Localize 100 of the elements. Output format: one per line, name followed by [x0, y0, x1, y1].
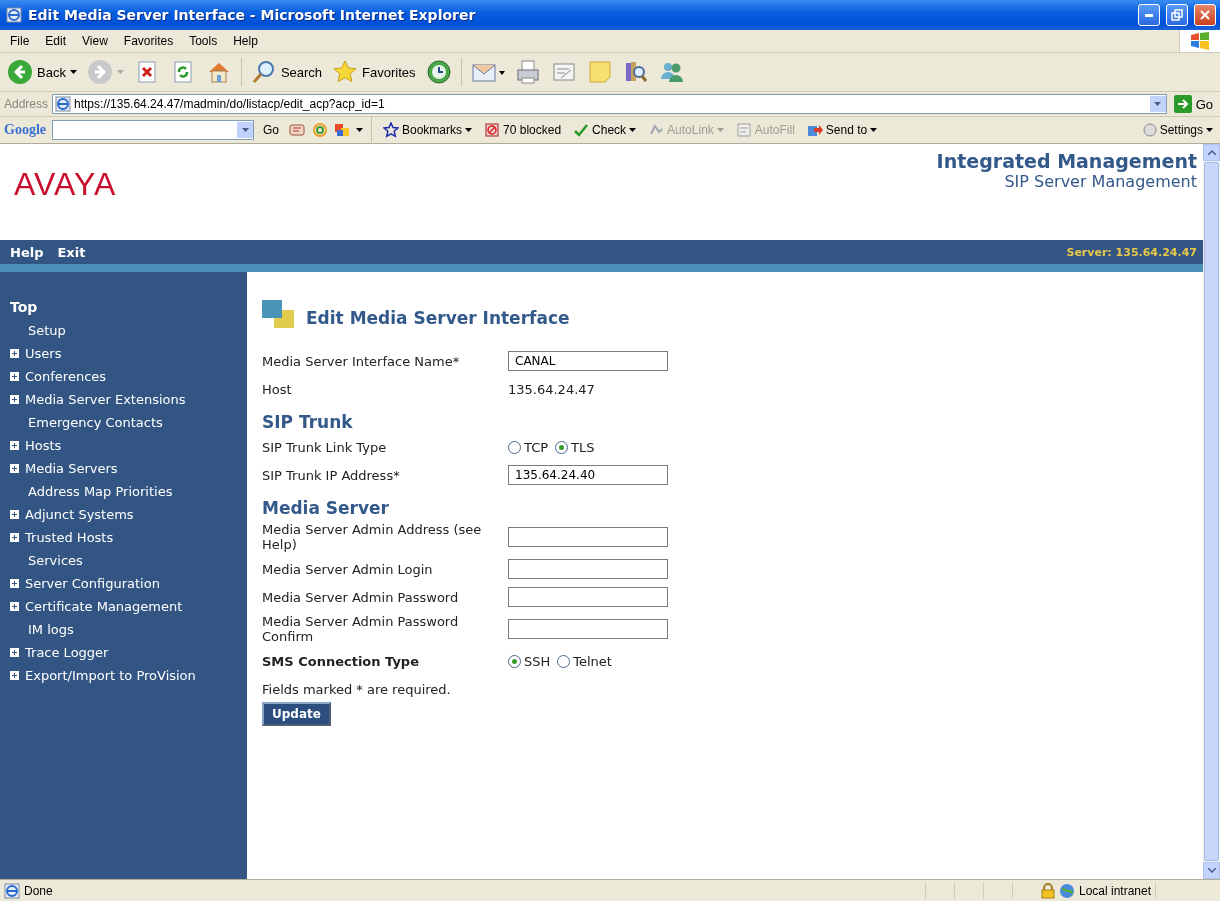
dropdown-button[interactable] — [1149, 96, 1166, 112]
radio-button[interactable] — [557, 654, 571, 668]
expand-icon — [10, 670, 19, 680]
go-button[interactable]: Go — [260, 123, 282, 137]
text-field[interactable]: CANAL — [508, 351, 668, 371]
sidebar-item-label[interactable]: Trusted Hosts — [25, 529, 114, 545]
caret-icon — [870, 128, 878, 132]
sidebar-item-label[interactable]: Media Server Extensions — [25, 391, 186, 407]
minimize-icon — [1145, 13, 1153, 17]
caret-icon — [241, 128, 249, 132]
sidebar-item-label[interactable]: Media Servers — [25, 460, 118, 476]
sidebar-item[interactable]: Hosts — [10, 436, 247, 454]
text-field[interactable]: 135.64.24.40 — [508, 465, 668, 485]
radio-option[interactable]: Telnet — [557, 653, 612, 669]
search-button[interactable]: Search — [247, 57, 326, 87]
settings-button[interactable]: Settings — [1139, 123, 1216, 137]
sidebar-item-label[interactable]: Users — [25, 345, 62, 361]
sidebar-item[interactable]: Certificate Management — [10, 597, 247, 615]
expand-icon — [10, 348, 19, 358]
sidebar-item[interactable]: Trusted Hosts — [10, 528, 247, 546]
sidebar-item[interactable]: Media Server Extensions — [10, 390, 247, 408]
sidebar-item[interactable]: Conferences — [10, 367, 247, 385]
go-button[interactable]: Go — [1170, 93, 1216, 115]
favorites-button[interactable]: Favorites — [329, 57, 419, 87]
caret-icon — [716, 128, 724, 132]
sidebar-item-label[interactable]: Export/Import to ProVision — [25, 667, 196, 683]
sidebar-item-label[interactable]: Server Configuration — [25, 575, 160, 591]
field-label: Media Server Admin Address (see Help) — [262, 522, 483, 552]
sidebar-item[interactable]: Export/Import to ProVision — [10, 666, 247, 684]
toolbar-button[interactable]: Bookmarks — [380, 122, 476, 138]
google-search-field[interactable] — [52, 120, 254, 140]
app-title: Integrated Management — [936, 150, 1197, 172]
text-field[interactable] — [508, 619, 668, 639]
radio-option[interactable]: TLS — [555, 439, 595, 455]
radio-option[interactable]: TCP — [508, 439, 549, 455]
update-button[interactable]: Update — [262, 702, 331, 726]
sidebar-item-label[interactable]: Adjunct Systems — [25, 506, 134, 522]
sidebar-item[interactable]: Trace Logger — [10, 643, 247, 661]
menu-item[interactable]: Favorites — [115, 32, 182, 50]
toolbar-button[interactable]: Check — [570, 122, 640, 138]
nav-link[interactable]: Help — [10, 244, 44, 260]
swirl-icon — [312, 122, 328, 138]
section-heading: Media Server — [262, 498, 390, 518]
expand-icon — [10, 371, 19, 381]
sidebar-item[interactable]: Setup — [10, 321, 247, 339]
close-button[interactable] — [1194, 4, 1216, 26]
text-field[interactable] — [508, 559, 668, 579]
sidebar-item-label[interactable]: Certificate Management — [25, 598, 183, 614]
field-label: Media Server Admin Password Confirm — [262, 614, 460, 644]
expand-icon — [10, 647, 19, 657]
field-label: Media Server Admin Password — [262, 589, 460, 605]
history-icon — [425, 59, 452, 85]
menu-item[interactable]: Edit — [37, 32, 75, 50]
server-label: Server: 135.64.24.47 — [1066, 245, 1197, 259]
nav-link[interactable]: Exit — [57, 244, 86, 260]
sidebar-item[interactable]: Address Map Priorities — [10, 482, 247, 500]
sidebar-item-label[interactable]: Hosts — [25, 437, 62, 453]
sidebar-item[interactable]: Media Servers — [10, 459, 247, 477]
squares-icon — [262, 300, 296, 328]
sidebar-item[interactable]: Services — [10, 551, 247, 569]
caret-icon — [465, 128, 473, 132]
sidebar-item[interactable]: Users — [10, 344, 247, 362]
sidebar-item-label[interactable]: Conferences — [25, 368, 107, 384]
field-label: SMS Connection Type — [262, 653, 420, 669]
toolbar-button[interactable]: Send to — [803, 122, 881, 138]
field-value: 135.64.24.47 — [508, 381, 595, 397]
maximize-button[interactable] — [1166, 4, 1188, 26]
text-field[interactable] — [508, 527, 668, 547]
radio-button[interactable] — [508, 440, 521, 454]
sidebar-item[interactable]: IM logs — [10, 620, 247, 638]
spellcheck-icon — [573, 122, 590, 138]
radio-button[interactable] — [508, 654, 521, 668]
sidebar-item[interactable]: Adjunct Systems — [10, 505, 247, 523]
menu-item[interactable]: View — [74, 32, 116, 50]
page-title: Edit Media Server Interface — [306, 308, 570, 328]
field-label: SIP Trunk IP Address* — [262, 467, 401, 483]
page-icon — [55, 96, 72, 112]
radio-button[interactable] — [555, 440, 569, 454]
toolbar-button[interactable]: 70 blocked — [481, 122, 565, 138]
sidebar-heading[interactable]: Top — [10, 298, 247, 316]
dropdown-button[interactable] — [237, 122, 253, 138]
expand-icon — [10, 601, 19, 611]
address-field[interactable]: https://135.64.24.47/madmin/do/listacp/edit_acp?acp_id=1 — [52, 94, 1167, 114]
minimize-button[interactable] — [1138, 4, 1160, 26]
expand-icon — [10, 440, 19, 450]
expand-icon — [10, 532, 19, 542]
sidebar-item-label[interactable]: Trace Logger — [25, 644, 109, 660]
scrollbar[interactable] — [1203, 144, 1220, 879]
menu-item[interactable]: Tools — [181, 32, 226, 50]
radio-option[interactable]: SSH — [508, 653, 551, 669]
field-label: Media Server Interface Name* — [262, 353, 461, 369]
sidebar-item[interactable]: Server Configuration — [10, 574, 247, 592]
menu-item[interactable]: File — [2, 32, 38, 50]
settings-icon — [1142, 123, 1157, 137]
text-field[interactable] — [508, 587, 668, 607]
menu-item[interactable]: Help — [225, 32, 266, 50]
required-note: Fields marked * are required. — [262, 682, 452, 697]
caret-icon — [116, 70, 124, 74]
back-button[interactable]: Back — [4, 57, 80, 87]
sidebar-item[interactable]: Emergency Contacts — [10, 413, 247, 431]
